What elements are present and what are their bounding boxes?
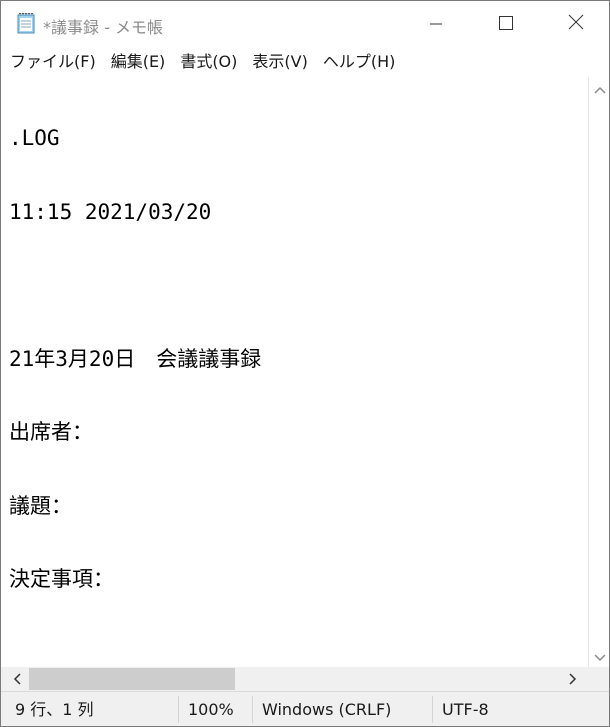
minimize-icon <box>430 15 442 34</box>
status-divider <box>178 696 179 723</box>
menu-view[interactable]: 表示(V) <box>244 47 314 77</box>
editor-line: .LOG <box>9 126 60 150</box>
scrollbar-corner <box>588 667 609 691</box>
status-bar: 9 行、1 列 100% Windows (CRLF) UTF-8 <box>1 691 609 726</box>
scroll-up-button[interactable] <box>589 77 609 99</box>
status-divider <box>252 696 253 723</box>
horizontal-scroll-thumb[interactable] <box>29 668 235 690</box>
chevron-left-icon <box>13 670 21 689</box>
close-icon <box>568 14 584 34</box>
chevron-right-icon <box>569 670 577 689</box>
status-line-ending: Windows (CRLF) <box>262 700 392 719</box>
menu-help[interactable]: ヘルプ(H) <box>315 47 403 77</box>
status-encoding: UTF-8 <box>442 700 489 719</box>
scroll-right-button[interactable] <box>561 667 585 691</box>
menu-bar: ファイル(F) 編集(E) 書式(O) 表示(V) ヘルプ(H) <box>1 47 609 77</box>
maximize-button[interactable] <box>471 1 541 47</box>
chevron-up-icon <box>593 79 606 98</box>
menu-edit[interactable]: 編集(E) <box>103 47 173 77</box>
scroll-down-button[interactable] <box>589 645 609 667</box>
status-zoom: 100% <box>188 700 234 719</box>
editor-line: 決定事項： <box>9 567 114 591</box>
notepad-window: *議事録 - メモ帳 ファイル(F) 編集(E) 書式(O) 表示(V) ヘルプ… <box>0 0 610 727</box>
editor-line: 11:15 2021/03/20 <box>9 199 212 224</box>
text-editor[interactable]: .LOG 11:15 2021/03/20 21年3月20日 会議議事録 出席者… <box>1 77 588 667</box>
notepad-icon <box>15 12 37 34</box>
status-divider <box>432 696 433 723</box>
editor-line: 議題： <box>9 493 72 518</box>
editor-line: 21年3月20日 会議議事録 <box>9 346 262 371</box>
menu-file[interactable]: ファイル(F) <box>1 47 103 77</box>
scroll-left-button[interactable] <box>5 667 29 691</box>
editor-content[interactable]: .LOG 11:15 2021/03/20 21年3月20日 会議議事録 出席者… <box>1 77 588 641</box>
vertical-scrollbar[interactable] <box>588 77 609 667</box>
menu-format[interactable]: 書式(O) <box>172 47 244 77</box>
status-cursor-position: 9 行、1 列 <box>15 700 94 719</box>
title-bar[interactable]: *議事録 - メモ帳 <box>1 1 609 47</box>
minimize-button[interactable] <box>401 1 471 47</box>
close-button[interactable] <box>541 1 609 47</box>
chevron-down-icon <box>593 647 606 666</box>
horizontal-scrollbar[interactable] <box>1 667 609 691</box>
editor-line: 出席者： <box>9 420 93 444</box>
window-title: *議事録 - メモ帳 <box>43 18 163 37</box>
maximize-icon <box>499 15 513 34</box>
